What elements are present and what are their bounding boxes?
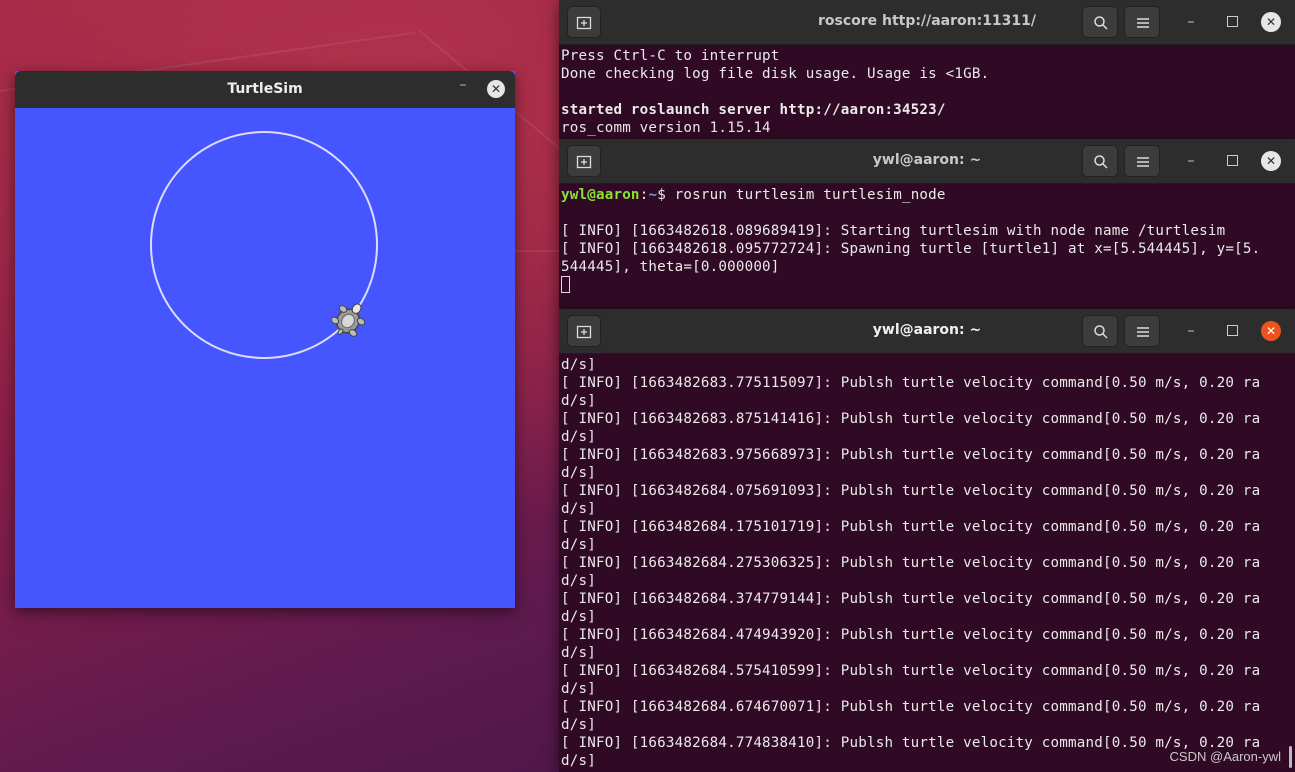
terminal-titlebar[interactable]: ywl@aaron: ~ – ✕ bbox=[559, 309, 1295, 354]
turtlesim-title: TurtleSim bbox=[227, 81, 303, 97]
terminal-cursor bbox=[561, 276, 570, 293]
terminal-title: ywl@aaron: ~ bbox=[872, 322, 982, 338]
terminal-output[interactable]: ywl@aaron:~$ rosrun turtlesim turtlesim_… bbox=[559, 184, 1295, 297]
output-line: d/s] bbox=[561, 357, 596, 373]
search-button[interactable] bbox=[1082, 6, 1118, 38]
output-line: d/s] bbox=[561, 681, 596, 697]
minimize-button[interactable]: – bbox=[1181, 153, 1201, 169]
search-button[interactable] bbox=[1082, 145, 1118, 177]
output-line: d/s] bbox=[561, 501, 596, 517]
maximize-button[interactable] bbox=[1227, 155, 1238, 166]
watermark: CSDN @Aaron-ywl bbox=[1169, 749, 1281, 764]
output-line: [ INFO] [1663482684.374779144]: Publsh t… bbox=[561, 591, 1261, 607]
menu-button[interactable] bbox=[1124, 145, 1160, 177]
new-tab-button[interactable] bbox=[567, 315, 601, 347]
output-line: [ INFO] [1663482684.175101719]: Publsh t… bbox=[561, 519, 1261, 535]
prompt-user: ywl@aaron bbox=[561, 187, 640, 203]
output-line: d/s] bbox=[561, 645, 596, 661]
output-line: Done checking log file disk usage. Usage… bbox=[561, 66, 990, 82]
cursor-line bbox=[561, 276, 1293, 295]
prompt-path: ~ bbox=[648, 187, 658, 203]
output-line: [ INFO] [1663482684.575410599]: Publsh t… bbox=[561, 663, 1261, 679]
hamburger-menu-icon bbox=[1137, 327, 1149, 337]
search-icon bbox=[1094, 325, 1108, 339]
output-line: d/s] bbox=[561, 537, 596, 553]
output-line: d/s] bbox=[561, 393, 596, 409]
output-line: [ INFO] [1663482684.075691093]: Publsh t… bbox=[561, 483, 1261, 499]
minimize-button[interactable]: – bbox=[1181, 323, 1201, 339]
new-tab-button[interactable] bbox=[567, 145, 601, 177]
terminal-velocity-publisher[interactable]: ywl@aaron: ~ – ✕ d/s] [ INFO] [1663482683… bbox=[559, 309, 1295, 772]
scrollbar[interactable] bbox=[1289, 746, 1292, 768]
close-button[interactable]: ✕ bbox=[1261, 151, 1281, 171]
new-tab-icon bbox=[576, 325, 592, 339]
turtlesim-canvas bbox=[150, 131, 378, 359]
terminal-title: ywl@aaron: ~ bbox=[872, 152, 982, 168]
minimize-button[interactable]: – bbox=[1181, 14, 1201, 30]
close-button[interactable]: ✕ bbox=[1261, 321, 1281, 341]
command-text: rosrun turtlesim turtlesim_node bbox=[674, 187, 946, 203]
terminal-output[interactable]: d/s] [ INFO] [1663482683.775115097]: Publ… bbox=[559, 354, 1295, 772]
turtlesim-titlebar[interactable]: TurtleSim – ✕ bbox=[15, 71, 515, 108]
output-line: d/s] bbox=[561, 429, 596, 445]
output-line: d/s] bbox=[561, 609, 596, 625]
maximize-button[interactable] bbox=[1227, 325, 1238, 336]
prompt-symbol: $ bbox=[657, 187, 675, 203]
output-line: [ INFO] [1663482683.875141416]: Publsh t… bbox=[561, 411, 1261, 427]
output-line: d/s] bbox=[561, 465, 596, 481]
minimize-button[interactable]: – bbox=[456, 77, 470, 99]
maximize-button[interactable] bbox=[1227, 16, 1238, 27]
terminal-title: roscore http://aaron:11311/ bbox=[817, 13, 1037, 29]
new-tab-button[interactable] bbox=[567, 6, 601, 38]
output-line: 544445], theta=[0.000000] bbox=[561, 259, 780, 275]
hamburger-menu-icon bbox=[1137, 157, 1149, 167]
output-line: [ INFO] [1663482684.275306325]: Publsh t… bbox=[561, 555, 1261, 571]
output-line: started roslaunch server http://aaron:34… bbox=[561, 102, 946, 118]
terminal-roscore[interactable]: roscore http://aaron:11311/ – ✕ Press Ct… bbox=[559, 0, 1295, 140]
prompt-line: ywl@aaron:~$ rosrun turtlesim turtlesim_… bbox=[561, 186, 1293, 204]
output-line: [ INFO] [1663482683.975668973]: Publsh t… bbox=[561, 447, 1261, 463]
output-line: Press Ctrl-C to interrupt bbox=[561, 48, 780, 64]
menu-button[interactable] bbox=[1124, 6, 1160, 38]
terminal-output[interactable]: Press Ctrl-C to interrupt Done checking l… bbox=[559, 45, 1295, 139]
terminal-turtlesim-node[interactable]: ywl@aaron: ~ – ✕ ywl@aaron:~$ rosrun tur… bbox=[559, 139, 1295, 312]
close-button[interactable]: ✕ bbox=[487, 80, 505, 98]
search-icon bbox=[1094, 155, 1108, 169]
hamburger-menu-icon bbox=[1137, 18, 1149, 28]
terminal-titlebar[interactable]: roscore http://aaron:11311/ – ✕ bbox=[559, 0, 1295, 45]
output-line: d/s] bbox=[561, 717, 596, 733]
close-button[interactable]: ✕ bbox=[1261, 12, 1281, 32]
turtle-icon bbox=[330, 303, 366, 337]
output-line: [ INFO] [1663482683.775115097]: Publsh t… bbox=[561, 375, 1261, 391]
output-line: [ INFO] [1663482684.674670071]: Publsh t… bbox=[561, 699, 1261, 715]
turtlesim-window[interactable]: TurtleSim – ✕ bbox=[15, 71, 515, 608]
search-button[interactable] bbox=[1082, 315, 1118, 347]
menu-button[interactable] bbox=[1124, 315, 1160, 347]
output-line: d/s] bbox=[561, 573, 596, 589]
output-line: [ INFO] [1663482684.474943920]: Publsh t… bbox=[561, 627, 1261, 643]
output-line: [ INFO] [1663482618.095772724]: Spawning… bbox=[561, 241, 1261, 257]
new-tab-icon bbox=[576, 16, 592, 30]
output-line: ros_comm version 1.15.14 bbox=[561, 120, 771, 136]
output-line: [ INFO] [1663482618.089689419]: Starting… bbox=[561, 223, 1226, 239]
search-icon bbox=[1094, 16, 1108, 30]
new-tab-icon bbox=[576, 155, 592, 169]
terminal-titlebar[interactable]: ywl@aaron: ~ – ✕ bbox=[559, 139, 1295, 184]
